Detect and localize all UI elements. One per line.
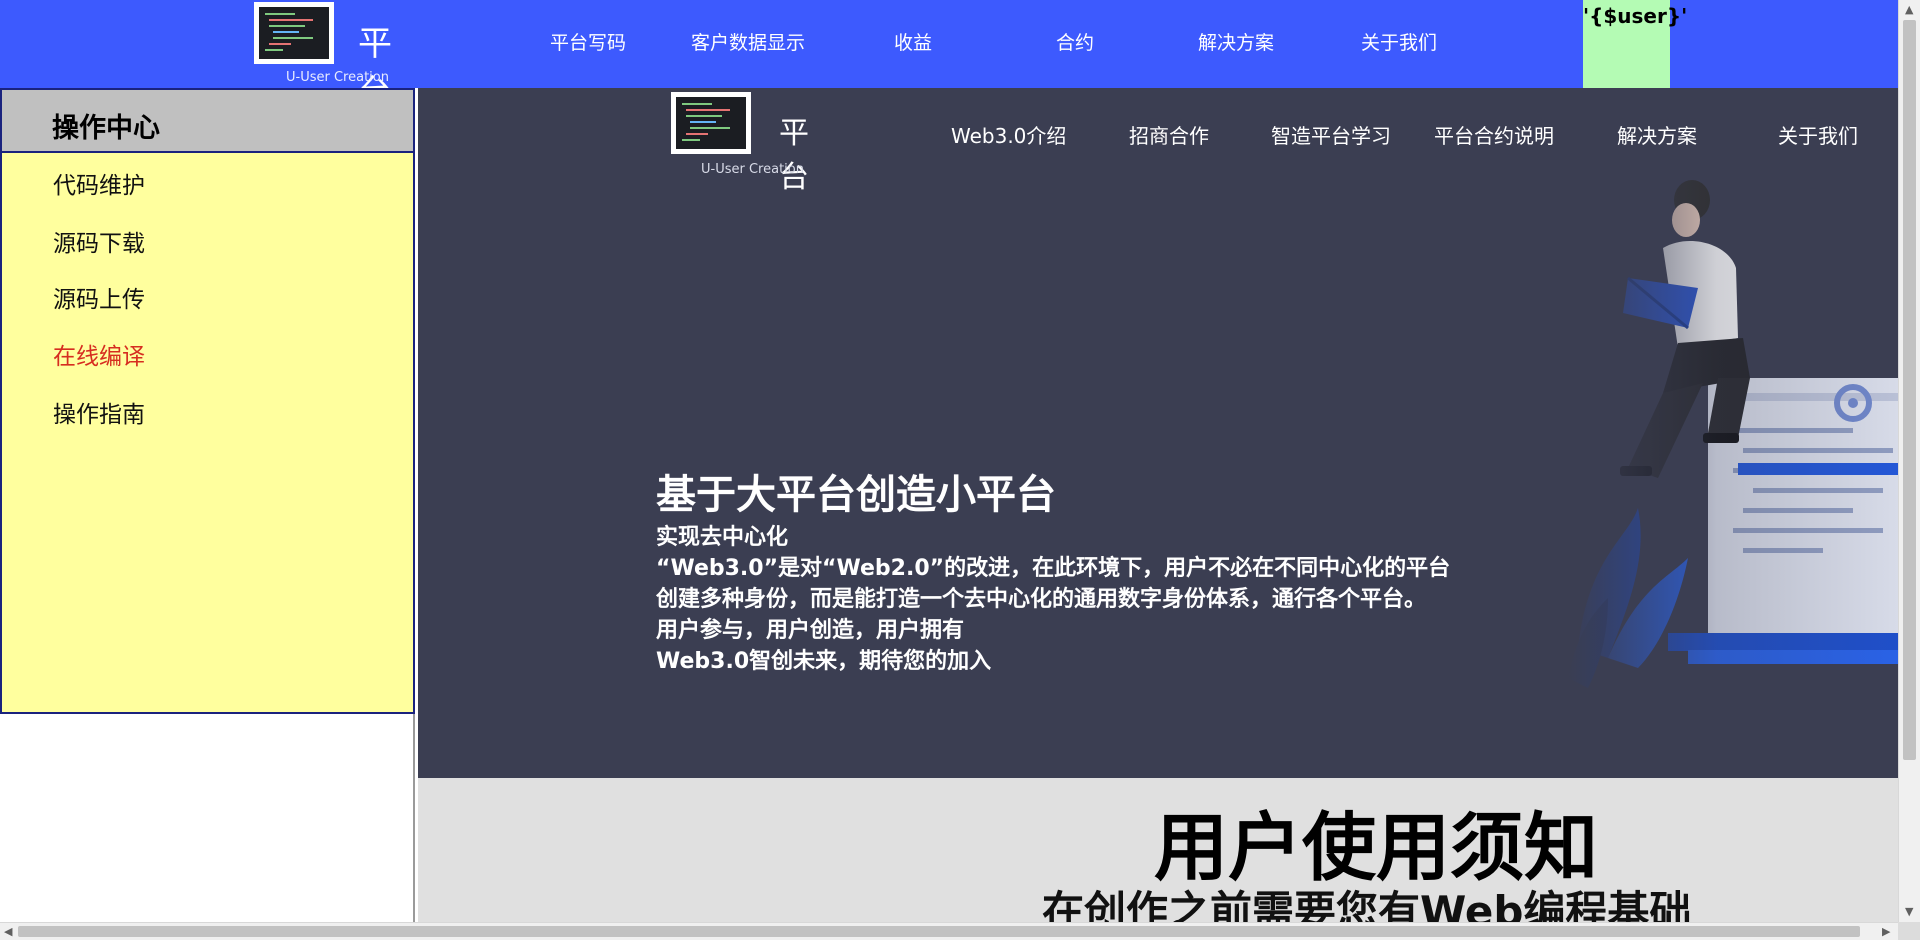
sidebar-item-guide[interactable]: 操作指南 <box>53 395 145 429</box>
hero-nav-web3-intro[interactable]: Web3.0介绍 <box>951 120 1066 149</box>
topnav-about-us[interactable]: 关于我们 <box>1361 28 1437 55</box>
top-navbar: 平台 U-User Creation 平台写码 客户数据显示 收益 合约 解决方… <box>0 0 1898 113</box>
vertical-scroll-thumb[interactable] <box>1903 20 1916 760</box>
user-placeholder-text: '{$user}' <box>1583 4 1688 28</box>
notice-subtitle: 在创作之前需要您有Web编程基础 <box>1042 887 1692 922</box>
code-screen-icon <box>254 2 334 64</box>
hero-logo[interactable]: 平台 U-User Creation <box>671 92 841 195</box>
hero-banner: 平台 U-User Creation Web3.0介绍 招商合作 智造平台学习 … <box>418 88 1898 778</box>
sidebar-item-code-maintenance[interactable]: 代码维护 <box>53 166 145 200</box>
topnav-contract[interactable]: 合约 <box>1056 28 1094 55</box>
topnav-platform-code[interactable]: 平台写码 <box>550 28 626 55</box>
hero-logo-subtitle: U-User Creation <box>701 162 804 177</box>
topnav-solutions[interactable]: 解决方案 <box>1198 28 1274 55</box>
sidebar-item-online-compile[interactable]: 在线编译 <box>53 337 145 371</box>
code-screen-icon <box>671 92 751 154</box>
topnav-customer-data[interactable]: 客户数据显示 <box>691 28 805 55</box>
logo-subtitle: U-User Creation <box>286 70 389 85</box>
sidebar: 操作中心 代码维护 源码下载 源码上传 在线编译 操作指南 <box>0 88 415 922</box>
topnav-revenue[interactable]: 收益 <box>894 28 932 55</box>
hero-nav-investment[interactable]: 招商合作 <box>1129 120 1209 149</box>
horizontal-scrollbar[interactable]: ◀ ▶ <box>0 922 1898 940</box>
sidebar-item-source-download[interactable]: 源码下载 <box>53 224 145 258</box>
horizontal-scroll-thumb[interactable] <box>18 926 1860 937</box>
scrollbar-corner <box>1898 922 1920 940</box>
hero-nav-solutions[interactable]: 解决方案 <box>1617 120 1697 149</box>
sidebar-header-title: 操作中心 <box>52 113 160 144</box>
hero-line: “Web3.0”是对“Web2.0”的改进，在此环境下，用户不必在不同中心化的平… <box>656 556 1451 581</box>
hero-line: 用户参与，用户创造，用户拥有 <box>656 618 965 643</box>
scroll-up-arrow-icon[interactable]: ▲ <box>1905 4 1913 15</box>
hero-line: 实现去中心化 <box>656 525 789 550</box>
hero-line: 创建多种身份，而是能打造一个去中心化的通用数字身份体系，通行各个平台。 <box>656 587 1427 612</box>
person-with-laptop-illustration <box>1568 178 1898 698</box>
hero-nav-contract-info[interactable]: 平台合约说明 <box>1434 120 1554 149</box>
hero-title: 基于大平台创造小平台 <box>656 472 1056 518</box>
sidebar-header: 操作中心 <box>2 90 413 153</box>
user-notice-section: 用户使用须知 在创作之前需要您有Web编程基础 <box>418 778 1898 922</box>
sidebar-item-source-upload[interactable]: 源码上传 <box>53 280 145 314</box>
user-box[interactable]: '{$user}' <box>1583 0 1687 88</box>
hero-nav-about-us[interactable]: 关于我们 <box>1778 120 1858 149</box>
hero-line: Web3.0智创未来，期待您的加入 <box>656 649 992 674</box>
sidebar-panel: 操作中心 代码维护 源码下载 源码上传 在线编译 操作指南 <box>0 88 415 714</box>
vertical-scrollbar[interactable]: ▲ ▼ <box>1898 0 1920 922</box>
hero-nav-learning[interactable]: 智造平台学习 <box>1271 120 1391 149</box>
scroll-right-arrow-icon[interactable]: ▶ <box>1882 926 1890 937</box>
scroll-down-arrow-icon[interactable]: ▼ <box>1905 906 1913 917</box>
site-logo[interactable]: 平台 U-User Creation <box>254 2 404 113</box>
scroll-left-arrow-icon[interactable]: ◀ <box>4 926 12 937</box>
hero-logo-title: 平台 <box>779 116 823 195</box>
hero-text-block: 基于大平台创造小平台 实现去中心化 “Web3.0”是对“Web2.0”的改进，… <box>656 468 1450 677</box>
